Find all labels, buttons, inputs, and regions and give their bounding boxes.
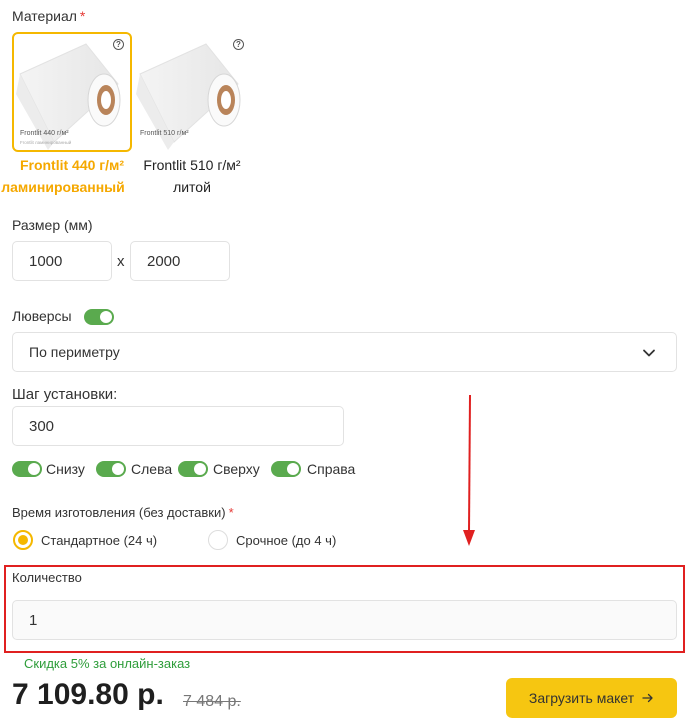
material-name-line1: Frontlit 510 г/м² [143, 157, 241, 173]
left-toggle[interactable] [96, 461, 126, 477]
height-input[interactable]: 2000 [130, 241, 230, 281]
urgent-radio[interactable] [208, 530, 228, 550]
grommet-placement-select[interactable]: По периметру [12, 332, 677, 372]
discount-text: Скидка 5% за онлайн-заказ [24, 656, 191, 671]
quantity-label: Количество [12, 570, 82, 585]
chevron-down-icon [643, 349, 655, 357]
standard-radio-label[interactable]: Стандартное (24 ч) [41, 533, 157, 548]
material-name-frontlit-440[interactable]: Frontlit 440 г/м² ламинированный [0, 154, 146, 198]
card-subtitle: Frontlit ламинированный [20, 140, 72, 145]
required-mark: * [228, 505, 234, 520]
left-label: Слева [131, 461, 173, 477]
step-input[interactable]: 300 [12, 406, 344, 446]
size-separator: x [117, 253, 125, 270]
arrow-right-icon [642, 693, 653, 703]
bottom-label: Снизу [46, 461, 85, 477]
material-name-line1: Frontlit 440 г/м² [19, 157, 125, 173]
standard-radio[interactable] [13, 530, 33, 550]
grommet-placement-value: По периметру [29, 344, 120, 360]
top-label: Сверху [213, 461, 260, 477]
card-title: Frontlit 510 г/м² [140, 130, 189, 137]
material-name-line2: литой [173, 179, 211, 195]
help-icon[interactable]: ? [233, 39, 244, 50]
grommets-label: Люверсы [12, 308, 72, 324]
old-price: 7 484 р. [183, 693, 241, 710]
step-label: Шаг установки: [12, 386, 118, 403]
required-mark: * [79, 8, 86, 24]
size-label: Размер (мм) [12, 217, 93, 233]
material-name-line2: ламинированный [1, 179, 125, 195]
material-card-frontlit-440[interactable]: ? Frontlit 440 г/м² Frontlit ламинирован… [12, 32, 132, 152]
urgent-radio-label[interactable]: Срочное (до 4 ч) [236, 533, 336, 548]
width-input[interactable]: 1000 [12, 241, 112, 281]
material-label: Материал * [12, 8, 85, 24]
production-time-label-text: Время изготовления (без доставки) [12, 505, 226, 520]
right-toggle[interactable] [271, 461, 301, 477]
production-time-label: Время изготовления (без доставки) * [12, 505, 234, 520]
quantity-input[interactable]: 1 [12, 600, 677, 640]
price: 7 109.80 р. [12, 678, 164, 711]
help-icon[interactable]: ? [113, 39, 124, 50]
annotation-arrow-icon [463, 394, 475, 546]
card-title: Frontlit 440 г/м² [20, 130, 69, 137]
material-name-frontlit-510[interactable]: Frontlit 510 г/м² литой [130, 154, 254, 198]
grommets-toggle[interactable] [84, 309, 114, 325]
right-label: Справа [307, 461, 356, 477]
material-label-text: Материал [12, 8, 77, 24]
upload-layout-label: Загрузить макет [528, 690, 635, 706]
upload-layout-button[interactable]: Загрузить макет [506, 678, 677, 718]
top-toggle[interactable] [178, 461, 208, 477]
material-card-frontlit-510[interactable]: ? Frontlit 510 г/м² [132, 32, 252, 152]
bottom-toggle[interactable] [12, 461, 42, 477]
